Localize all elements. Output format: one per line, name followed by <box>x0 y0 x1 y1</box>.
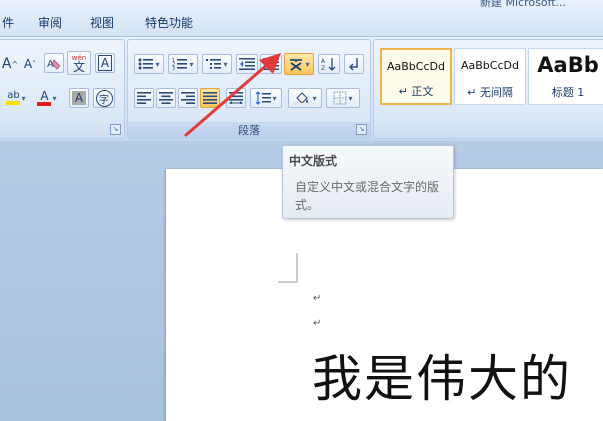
char-border-icon: A <box>97 55 113 71</box>
chinese-layout-button[interactable]: ▾ <box>284 53 314 75</box>
enclose-char-button[interactable]: 字 <box>93 88 115 108</box>
align-center-icon <box>159 92 173 104</box>
decrease-indent-icon <box>239 58 255 70</box>
align-right-button[interactable] <box>178 88 198 108</box>
paragraph-mark: ↵ <box>313 293 322 304</box>
style-sample: AaBbCcDd <box>387 60 445 73</box>
char-shading-icon: A <box>71 91 87 105</box>
borders-icon <box>333 91 347 105</box>
margin-corner-mark <box>278 253 298 283</box>
show-marks-button[interactable] <box>344 54 364 74</box>
bullets-button[interactable]: ▾ <box>134 54 164 74</box>
svg-text:A: A <box>321 58 326 65</box>
highlight-button[interactable]: ab ▾ <box>1 88 31 108</box>
menu-item-view[interactable]: 视图 <box>90 14 114 31</box>
chinese-layout-icon <box>290 59 303 71</box>
increase-indent-icon <box>263 58 279 70</box>
eraser-icon: A <box>47 59 61 70</box>
style-heading-1[interactable]: AaBb 标题 1 <box>528 48 603 105</box>
paragraph-mark-icon <box>349 58 358 71</box>
increase-indent-button[interactable] <box>260 54 282 74</box>
font-group: A ^ Aˇ A wén 文 A ab ▾ A ▾ A 字 ↘ <box>0 39 125 139</box>
menu-item-file[interactable]: 件 <box>2 14 14 31</box>
char-shading-button[interactable]: A <box>69 88 89 108</box>
align-center-button[interactable] <box>156 88 176 108</box>
font-color-icon: A <box>37 90 52 106</box>
style-name: ↵ 正文 <box>398 85 434 98</box>
shrink-font-icon: A <box>23 57 33 71</box>
menu-item-special[interactable]: 特色功能 <box>145 14 193 31</box>
highlight-icon: ab <box>6 91 21 105</box>
sort-icon: AZ <box>321 58 336 71</box>
line-spacing-icon <box>256 91 272 105</box>
paragraph-group: ▾ 1 2 3 ▾ ▾ ▾ AZ ▾ ▾ ▾ 段落 ↘ <box>127 39 371 139</box>
style-name: ↵ 无间隔 <box>467 86 513 99</box>
phonetic-guide-button[interactable]: wén 文 <box>67 51 91 75</box>
justify-icon <box>203 92 217 104</box>
shading-button[interactable]: ▾ <box>288 88 322 108</box>
decrease-indent-button[interactable] <box>236 54 258 74</box>
window-title: 新建 Microsoft... <box>480 0 567 9</box>
svg-text:3: 3 <box>172 66 175 71</box>
multilevel-list-button[interactable]: ▾ <box>202 54 232 74</box>
svg-text:Z: Z <box>321 65 325 71</box>
grow-font-icon: A <box>1 56 12 72</box>
justify-button[interactable] <box>200 88 220 108</box>
sort-button[interactable]: AZ <box>318 54 340 74</box>
distributed-icon <box>229 92 243 104</box>
document-text: 我是伟大的 <box>312 350 572 408</box>
styles-group: AaBbCcDd ↵ 正文 AaBbCcDd ↵ 无间隔 AaBb 标题 1 <box>373 39 603 139</box>
bullets-icon <box>138 58 154 70</box>
style-sample: AaBb <box>537 53 599 77</box>
font-color-button[interactable]: A ▾ <box>33 88 61 108</box>
font-dialog-launcher[interactable]: ↘ <box>110 124 121 135</box>
paragraph-mark: ↵ <box>313 318 322 329</box>
align-right-icon <box>181 92 195 104</box>
phonetic-char: 文 <box>72 60 85 74</box>
menu-item-review[interactable]: 审阅 <box>38 14 62 31</box>
numbering-icon: 123 <box>172 58 188 71</box>
paragraph-group-label: 段落 <box>128 122 370 138</box>
style-sample: AaBbCcDd <box>461 59 519 72</box>
borders-button[interactable]: ▾ <box>326 88 360 108</box>
tooltip: 中文版式 自定义中文或混合文字的版式。 <box>282 145 454 219</box>
tooltip-description: 自定义中文或混合文字的版式。 <box>295 180 440 212</box>
ribbon: A ^ Aˇ A wén 文 A ab ▾ A ▾ A 字 ↘ ▾ 1 2 3 … <box>0 37 603 140</box>
style-name: 标题 1 <box>551 86 585 99</box>
style-no-spacing[interactable]: AaBbCcDd ↵ 无间隔 <box>454 48 526 105</box>
numbering-button[interactable]: 1 2 3 ▾ <box>168 54 198 74</box>
shrink-font-button[interactable]: Aˇ <box>20 54 40 74</box>
char-border-button[interactable]: A <box>95 53 115 73</box>
align-left-icon <box>137 92 151 104</box>
menu-bar: 新建 Microsoft... 件 审阅 视图 特色功能 <box>0 0 603 37</box>
align-left-button[interactable] <box>134 88 154 108</box>
line-spacing-button[interactable]: ▾ <box>250 88 282 108</box>
clear-format-button[interactable]: A <box>44 53 64 73</box>
distributed-button[interactable] <box>226 88 246 108</box>
tooltip-title: 中文版式 <box>289 154 338 168</box>
grow-font-button[interactable]: A ^ <box>1 54 19 74</box>
multilevel-list-icon <box>206 59 222 69</box>
paragraph-dialog-launcher[interactable]: ↘ <box>356 124 367 135</box>
paint-bucket-icon <box>295 92 310 105</box>
style-normal[interactable]: AaBbCcDd ↵ 正文 <box>380 48 452 105</box>
enclose-char-icon: 字 <box>95 89 113 107</box>
